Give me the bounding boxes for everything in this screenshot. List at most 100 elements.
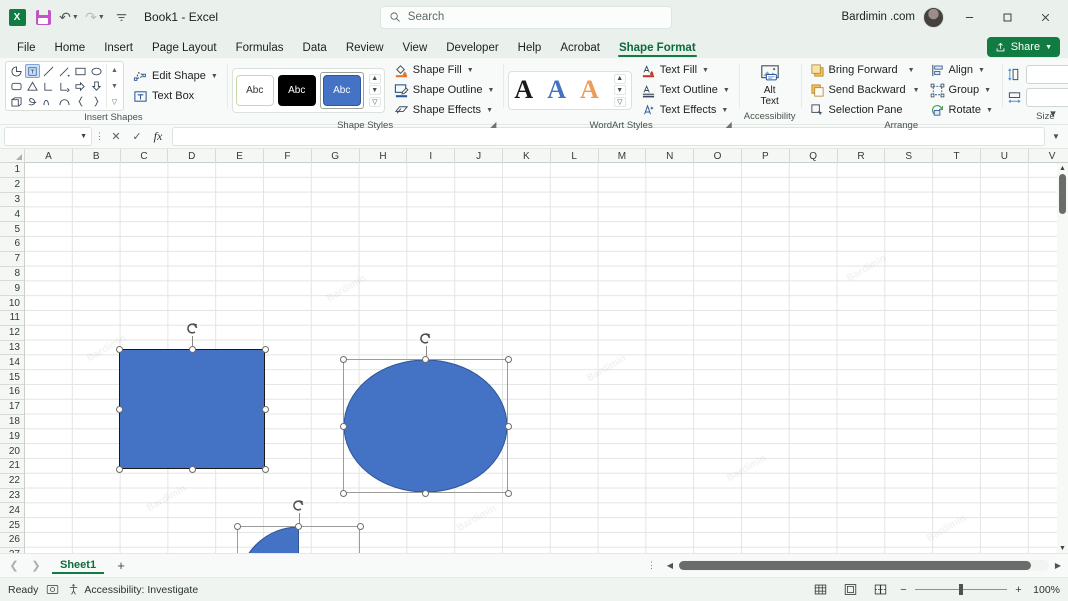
resize-handle-s[interactable]	[189, 466, 196, 473]
shape-styles-gallery[interactable]: Abc Abc Abc ▲ ▼ ▽	[232, 68, 385, 113]
row-header-10[interactable]: 10	[0, 296, 24, 311]
column-header-G[interactable]: G	[312, 149, 360, 163]
shape-height-input[interactable]: ▲ ▼	[1026, 65, 1068, 84]
row-header-14[interactable]: 14	[0, 355, 24, 370]
share-button[interactable]: Share ▼	[987, 37, 1060, 57]
send-backward-button[interactable]: Send Backward ▼	[806, 81, 924, 99]
prev-sheet-icon[interactable]: ❮	[4, 556, 24, 576]
undo-icon[interactable]: ↶▼	[56, 5, 82, 29]
column-header-T[interactable]: T	[933, 149, 981, 163]
save-icon[interactable]	[30, 5, 56, 29]
resize-handle-nw[interactable]	[116, 346, 123, 353]
row-header-27[interactable]: 27	[0, 548, 24, 553]
row-header-9[interactable]: 9	[0, 281, 24, 296]
rotate-handle-icon[interactable]	[291, 498, 306, 513]
wordart-scroll-down[interactable]: ▼	[614, 85, 626, 95]
shape-fill-button[interactable]: Shape Fill ▼	[390, 61, 499, 79]
minimize-button[interactable]	[950, 1, 988, 33]
resize-handle-nw[interactable]	[340, 356, 347, 363]
column-header-C[interactable]: C	[121, 149, 169, 163]
zoom-slider-thumb[interactable]	[959, 584, 963, 595]
tab-data[interactable]: Data	[294, 39, 336, 58]
account-name[interactable]: Bardimin .com	[842, 11, 916, 23]
scroll-left-icon[interactable]: ◀	[664, 561, 676, 570]
tab-view[interactable]: View	[394, 39, 437, 58]
row-header-12[interactable]: 12	[0, 326, 24, 341]
shape-style-thumb-3-selected[interactable]: Abc	[320, 72, 364, 109]
resize-handle-e[interactable]	[505, 423, 512, 430]
tab-shape-format[interactable]: Shape Format	[610, 39, 705, 58]
alt-text-button[interactable]: Alt Text	[748, 62, 792, 109]
shape-line-icon[interactable]	[41, 64, 56, 78]
resize-handle-sw[interactable]	[340, 490, 347, 497]
shape-width-input[interactable]: ▲ ▼	[1026, 88, 1068, 107]
text-effects-button[interactable]: Text Effects ▼	[637, 101, 734, 119]
sheet-tab-sheet1[interactable]: Sheet1	[52, 557, 104, 574]
rotate-handle-icon[interactable]	[418, 331, 433, 346]
tab-insert[interactable]: Insert	[95, 39, 142, 58]
tab-review[interactable]: Review	[337, 39, 393, 58]
align-button[interactable]: Align ▼	[926, 61, 997, 79]
wordart-gallery[interactable]: A A A ▲ ▼ ▽	[508, 71, 631, 110]
edit-shape-button[interactable]: Edit Shape ▼	[129, 67, 222, 85]
row-header-21[interactable]: 21	[0, 459, 24, 474]
row-header-24[interactable]: 24	[0, 503, 24, 518]
tab-home[interactable]: Home	[46, 39, 95, 58]
column-header-B[interactable]: B	[73, 149, 121, 163]
resize-handle-se[interactable]	[262, 466, 269, 473]
row-header-17[interactable]: 17	[0, 400, 24, 415]
column-header-H[interactable]: H	[360, 149, 408, 163]
row-header-20[interactable]: 20	[0, 444, 24, 459]
row-header-22[interactable]: 22	[0, 474, 24, 489]
shape-style-thumb-2[interactable]: Abc	[278, 75, 316, 106]
row-header-3[interactable]: 3	[0, 193, 24, 208]
zoom-in-button[interactable]: +	[1014, 584, 1023, 596]
cell-area[interactable]: Bardimin Bardimin Bardimin Bardimin Bard…	[25, 163, 1068, 553]
shape-cube-icon[interactable]	[9, 94, 24, 108]
shape-right-arrow-icon[interactable]	[73, 79, 88, 93]
row-header-5[interactable]: 5	[0, 222, 24, 237]
wordart-more[interactable]: ▽	[614, 97, 626, 107]
row-header-13[interactable]: 13	[0, 341, 24, 356]
row-header-16[interactable]: 16	[0, 385, 24, 400]
normal-view-button[interactable]	[809, 581, 831, 599]
page-break-view-button[interactable]	[869, 581, 891, 599]
column-header-L[interactable]: L	[551, 149, 599, 163]
record-macro-button[interactable]	[46, 583, 59, 596]
group-button[interactable]: Group ▼	[926, 81, 997, 99]
enter-icon[interactable]: ✓	[128, 127, 146, 146]
page-layout-view-button[interactable]	[839, 581, 861, 599]
resize-handle-se[interactable]	[505, 490, 512, 497]
tab-file[interactable]: File	[8, 39, 45, 58]
horizontal-scrollbar-thumb[interactable]	[679, 561, 1031, 570]
tab-page-layout[interactable]: Page Layout	[143, 39, 226, 58]
wordart-scroll-up[interactable]: ▲	[614, 74, 626, 84]
column-header-N[interactable]: N	[646, 149, 694, 163]
accessibility-status-button[interactable]: Accessibility: Investigate	[67, 583, 198, 596]
selection-pane-button[interactable]: Selection Pane	[806, 101, 924, 119]
row-header-2[interactable]: 2	[0, 178, 24, 193]
avatar[interactable]	[923, 7, 944, 28]
shape-styles-more[interactable]: ▽	[369, 97, 381, 107]
shape-elbow-connector-icon[interactable]	[41, 79, 56, 93]
redo-icon[interactable]: ↷▼	[82, 5, 108, 29]
column-header-S[interactable]: S	[885, 149, 933, 163]
horizontal-scrollbar[interactable]: ◀ ▶	[664, 560, 1064, 571]
shape-line-arrow-icon[interactable]	[57, 64, 72, 78]
maximize-button[interactable]	[988, 1, 1026, 33]
shape-oval-icon[interactable]	[89, 64, 104, 78]
row-header-1[interactable]: 1	[0, 163, 24, 178]
shape-rectangle-icon[interactable]	[73, 64, 88, 78]
column-header-A[interactable]: A	[25, 149, 73, 163]
tab-formulas[interactable]: Formulas	[227, 39, 293, 58]
scroll-down-icon[interactable]: ▼	[1057, 543, 1068, 553]
rotate-button[interactable]: Rotate ▼	[926, 101, 997, 119]
shape-gallery-more[interactable]: ▽	[109, 95, 120, 108]
resize-handle-n[interactable]	[422, 356, 429, 363]
column-header-M[interactable]: M	[599, 149, 647, 163]
text-box-button[interactable]: Text Box	[129, 87, 222, 105]
shape-textbox-icon[interactable]	[25, 64, 40, 78]
column-header-P[interactable]: P	[742, 149, 790, 163]
wordart-thumb-1[interactable]: A	[514, 75, 533, 105]
row-header-19[interactable]: 19	[0, 429, 24, 444]
